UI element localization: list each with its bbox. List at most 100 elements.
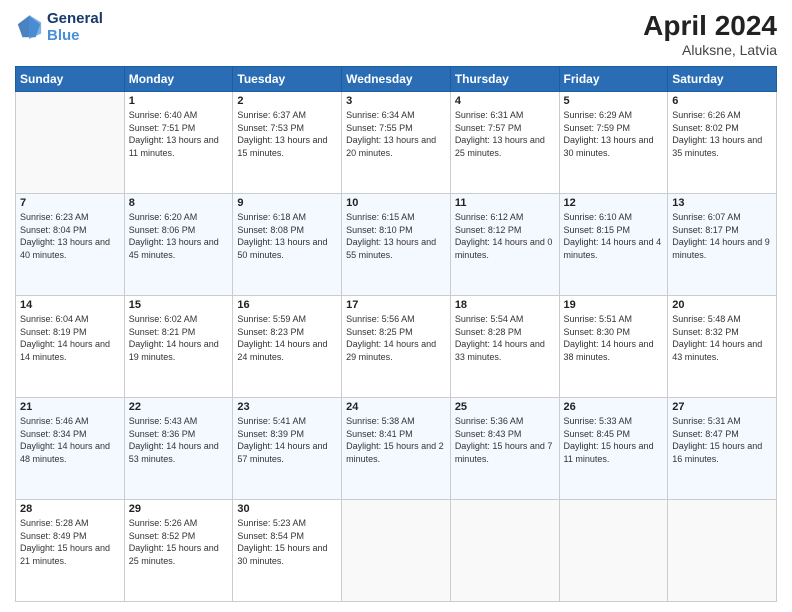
day-cell-2-1: 15 Sunrise: 6:02 AMSunset: 8:21 PMDayligh…: [124, 296, 233, 398]
day-info: Sunrise: 6:07 AMSunset: 8:17 PMDaylight:…: [672, 211, 772, 261]
day-cell-4-2: 30Sunrise: 5:23 AMSunset: 8:54 PMDayligh…: [233, 500, 342, 602]
col-sunday: Sunday: [16, 67, 125, 92]
day-number: 30: [237, 503, 337, 515]
day-info: Sunrise: 6:26 AMSunset: 8:02 PMDaylight:…: [672, 109, 772, 159]
day-number: 27: [672, 401, 772, 413]
day-info: Sunrise: 6:37 AMSunset: 7:53 PMDaylight:…: [237, 109, 337, 159]
day-number: 5: [564, 95, 664, 107]
day-cell-4-1: 29 Sunrise: 5:26 AMSunset: 8:52 PMDayligh…: [124, 500, 233, 602]
header: General Blue April 2024 Aluksne, Latvia: [15, 10, 777, 58]
day-info: Sunrise: 5:26 AMSunset: 8:52 PMDaylight:…: [129, 517, 229, 567]
week-row-2: 7 Sunrise: 6:23 AMSunset: 8:04 PMDaylight…: [16, 194, 777, 296]
day-info: Sunrise: 6:04 AMSunset: 8:19 PMDaylight:…: [20, 313, 120, 363]
day-cell-1-1: 8 Sunrise: 6:20 AMSunset: 8:06 PMDaylight…: [124, 194, 233, 296]
day-number: 6: [672, 95, 772, 107]
day-info: Sunrise: 6:12 AMSunset: 8:12 PMDaylight:…: [455, 211, 555, 261]
week-row-1: 1 Sunrise: 6:40 AMSunset: 7:51 PMDaylight…: [16, 92, 777, 194]
day-info: Sunrise: 5:48 AMSunset: 8:32 PMDaylight:…: [672, 313, 772, 363]
day-number: 18: [455, 299, 555, 311]
col-monday: Monday: [124, 67, 233, 92]
day-number: 21: [20, 401, 120, 413]
day-cell-3-6: 27 Sunrise: 5:31 AMSunset: 8:47 PMDayligh…: [668, 398, 777, 500]
day-info: Sunrise: 6:40 AMSunset: 7:51 PMDaylight:…: [129, 109, 229, 159]
day-number: 14: [20, 299, 120, 311]
page: General Blue April 2024 Aluksne, Latvia …: [0, 0, 792, 612]
day-cell-4-6: [668, 500, 777, 602]
day-cell-3-1: 22 Sunrise: 5:43 AMSunset: 8:36 PMDayligh…: [124, 398, 233, 500]
day-cell-4-4: [450, 500, 559, 602]
day-cell-2-0: 14 Sunrise: 6:04 AMSunset: 8:19 PMDayligh…: [16, 296, 125, 398]
day-info: Sunrise: 5:51 AMSunset: 8:30 PMDaylight:…: [564, 313, 664, 363]
day-cell-3-4: 25 Sunrise: 5:36 AMSunset: 8:43 PMDayligh…: [450, 398, 559, 500]
day-number: 17: [346, 299, 446, 311]
day-info: Sunrise: 6:23 AMSunset: 8:04 PMDaylight:…: [20, 211, 120, 261]
day-info: Sunrise: 5:43 AMSunset: 8:36 PMDaylight:…: [129, 415, 229, 465]
day-info: Sunrise: 5:36 AMSunset: 8:43 PMDaylight:…: [455, 415, 555, 465]
day-cell-1-3: 10 Sunrise: 6:15 AMSunset: 8:10 PMDayligh…: [342, 194, 451, 296]
day-cell-1-4: 11 Sunrise: 6:12 AMSunset: 8:12 PMDayligh…: [450, 194, 559, 296]
day-number: 2: [237, 95, 337, 107]
day-info: Sunrise: 6:20 AMSunset: 8:06 PMDaylight:…: [129, 211, 229, 261]
day-number: 7: [20, 197, 120, 209]
day-number: 15: [129, 299, 229, 311]
day-number: 10: [346, 197, 446, 209]
day-cell-0-1: 1 Sunrise: 6:40 AMSunset: 7:51 PMDaylight…: [124, 92, 233, 194]
day-cell-3-0: 21 Sunrise: 5:46 AMSunset: 8:34 PMDayligh…: [16, 398, 125, 500]
day-number: 8: [129, 197, 229, 209]
logo: General Blue: [15, 10, 103, 44]
day-cell-1-6: 13Sunrise: 6:07 AMSunset: 8:17 PMDayligh…: [668, 194, 777, 296]
logo-text: General Blue: [47, 10, 103, 44]
day-cell-2-4: 18 Sunrise: 5:54 AMSunset: 8:28 PMDayligh…: [450, 296, 559, 398]
day-number: 12: [564, 197, 664, 209]
day-info: Sunrise: 5:31 AMSunset: 8:47 PMDaylight:…: [672, 415, 772, 465]
day-info: Sunrise: 6:02 AMSunset: 8:21 PMDaylight:…: [129, 313, 229, 363]
day-info: Sunrise: 6:31 AMSunset: 7:57 PMDaylight:…: [455, 109, 555, 159]
day-number: 29: [129, 503, 229, 515]
day-cell-0-0: [16, 92, 125, 194]
day-number: 28: [20, 503, 120, 515]
day-number: 9: [237, 197, 337, 209]
day-cell-3-5: 26Sunrise: 5:33 AMSunset: 8:45 PMDayligh…: [559, 398, 668, 500]
day-number: 1: [129, 95, 229, 107]
week-row-5: 28 Sunrise: 5:28 AMSunset: 8:49 PMDayligh…: [16, 500, 777, 602]
day-cell-2-5: 19 Sunrise: 5:51 AMSunset: 8:30 PMDayligh…: [559, 296, 668, 398]
col-saturday: Saturday: [668, 67, 777, 92]
day-cell-2-3: 17Sunrise: 5:56 AMSunset: 8:25 PMDayligh…: [342, 296, 451, 398]
day-cell-3-2: 23Sunrise: 5:41 AMSunset: 8:39 PMDayligh…: [233, 398, 342, 500]
day-cell-1-5: 12 Sunrise: 6:10 AMSunset: 8:15 PMDayligh…: [559, 194, 668, 296]
day-cell-4-5: [559, 500, 668, 602]
day-info: Sunrise: 5:54 AMSunset: 8:28 PMDaylight:…: [455, 313, 555, 363]
day-number: 11: [455, 197, 555, 209]
day-info: Sunrise: 5:28 AMSunset: 8:49 PMDaylight:…: [20, 517, 120, 567]
day-info: Sunrise: 5:38 AMSunset: 8:41 PMDaylight:…: [346, 415, 446, 465]
day-number: 3: [346, 95, 446, 107]
day-info: Sunrise: 5:41 AMSunset: 8:39 PMDaylight:…: [237, 415, 337, 465]
month-year: April 2024: [643, 10, 777, 42]
day-info: Sunrise: 6:15 AMSunset: 8:10 PMDaylight:…: [346, 211, 446, 261]
day-number: 22: [129, 401, 229, 413]
col-wednesday: Wednesday: [342, 67, 451, 92]
day-number: 25: [455, 401, 555, 413]
day-cell-0-5: 5 Sunrise: 6:29 AMSunset: 7:59 PMDaylight…: [559, 92, 668, 194]
day-info: Sunrise: 6:10 AMSunset: 8:15 PMDaylight:…: [564, 211, 664, 261]
day-info: Sunrise: 5:33 AMSunset: 8:45 PMDaylight:…: [564, 415, 664, 465]
day-cell-4-3: [342, 500, 451, 602]
day-info: Sunrise: 6:29 AMSunset: 7:59 PMDaylight:…: [564, 109, 664, 159]
day-cell-1-2: 9Sunrise: 6:18 AMSunset: 8:08 PMDaylight…: [233, 194, 342, 296]
day-number: 19: [564, 299, 664, 311]
day-info: Sunrise: 5:46 AMSunset: 8:34 PMDaylight:…: [20, 415, 120, 465]
day-cell-2-6: 20 Sunrise: 5:48 AMSunset: 8:32 PMDayligh…: [668, 296, 777, 398]
day-cell-4-0: 28 Sunrise: 5:28 AMSunset: 8:49 PMDayligh…: [16, 500, 125, 602]
week-row-3: 14 Sunrise: 6:04 AMSunset: 8:19 PMDayligh…: [16, 296, 777, 398]
calendar-table: Sunday Monday Tuesday Wednesday Thursday…: [15, 66, 777, 602]
day-cell-0-4: 4 Sunrise: 6:31 AMSunset: 7:57 PMDaylight…: [450, 92, 559, 194]
col-friday: Friday: [559, 67, 668, 92]
day-cell-2-2: 16Sunrise: 5:59 AMSunset: 8:23 PMDayligh…: [233, 296, 342, 398]
location: Aluksne, Latvia: [643, 42, 777, 58]
col-thursday: Thursday: [450, 67, 559, 92]
day-number: 4: [455, 95, 555, 107]
day-info: Sunrise: 5:59 AMSunset: 8:23 PMDaylight:…: [237, 313, 337, 363]
calendar-header-row: Sunday Monday Tuesday Wednesday Thursday…: [16, 67, 777, 92]
day-info: Sunrise: 6:34 AMSunset: 7:55 PMDaylight:…: [346, 109, 446, 159]
day-number: 20: [672, 299, 772, 311]
